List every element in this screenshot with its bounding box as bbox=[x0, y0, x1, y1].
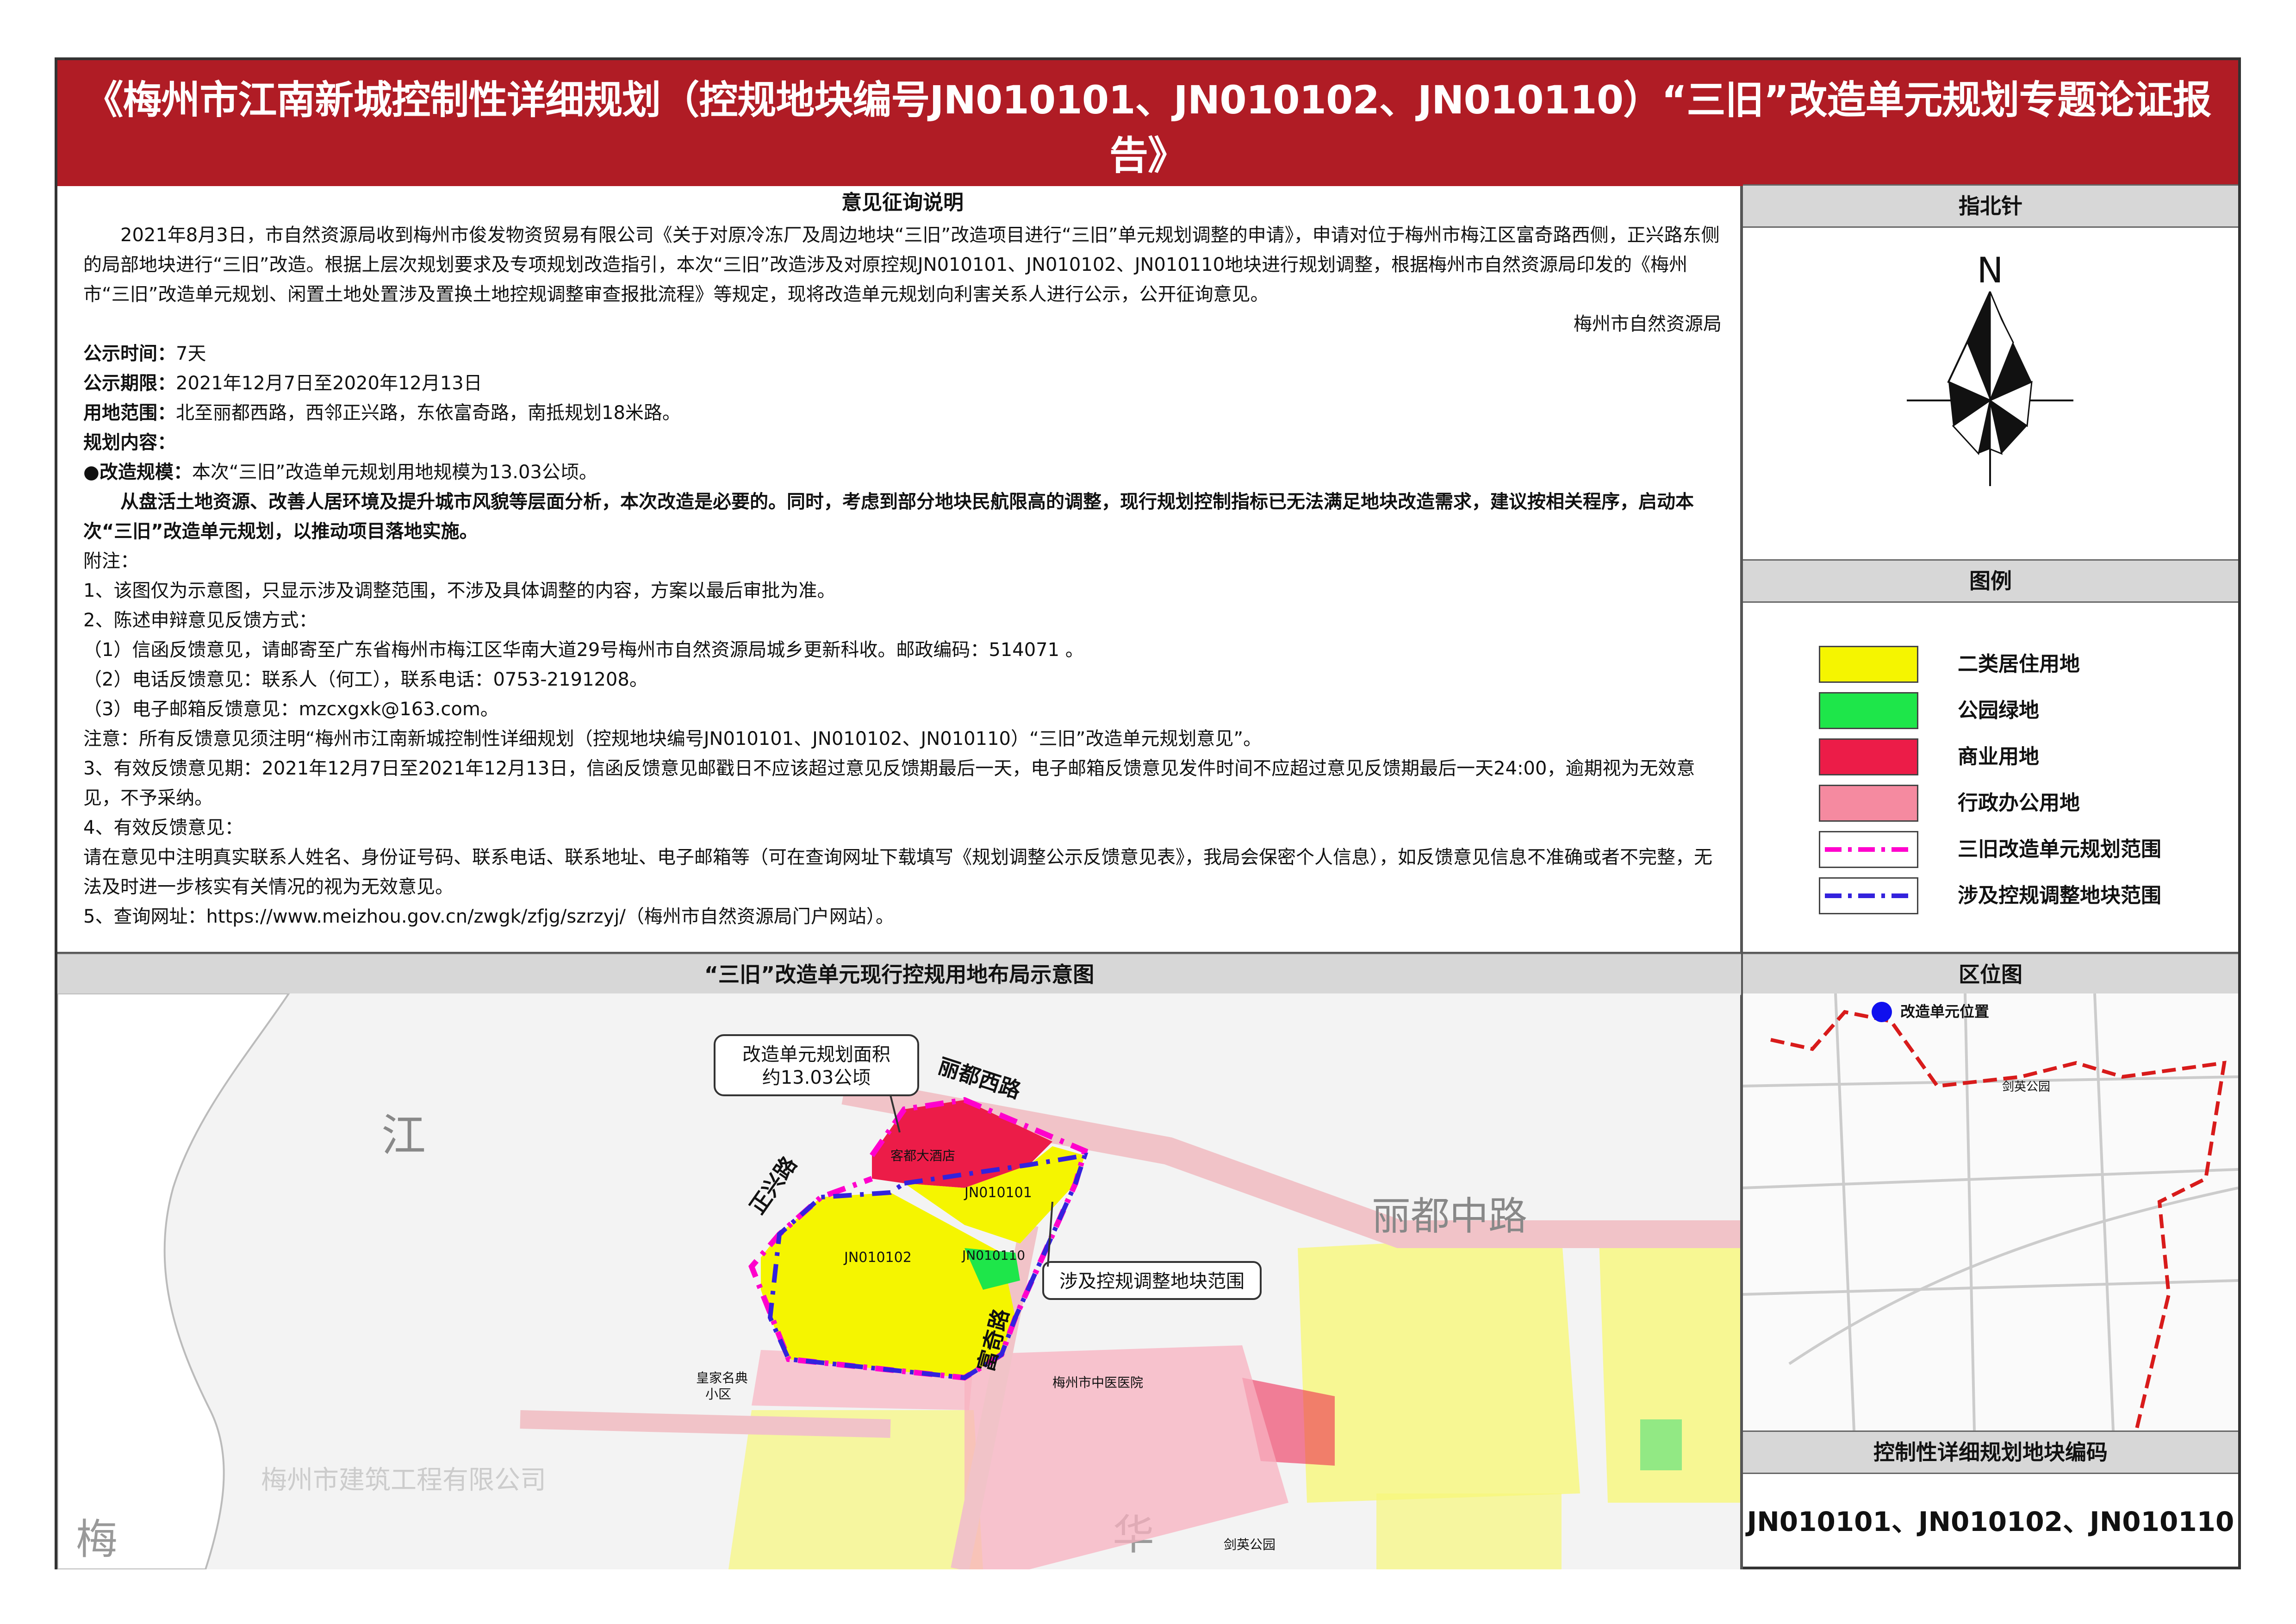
note-attention: 注意：所有反馈意见须注明“梅州市江南新城控制性详细规划（控规地块编号JN0101… bbox=[83, 728, 1262, 750]
location-park-label: 剑英公园 bbox=[2002, 1080, 2050, 1094]
legend-swatch bbox=[1819, 877, 1918, 914]
legend-label: 涉及控规调整地块范围 bbox=[1958, 884, 2161, 907]
notice-intro: 2021年8月3日，市自然资源局收到梅州市俊发物资贸易有限公司《关于对原冷冻厂及… bbox=[83, 225, 1720, 305]
park-label: 剑英公园 bbox=[1224, 1537, 1276, 1552]
period-value: 7天 bbox=[176, 343, 206, 364]
road-south bbox=[520, 1410, 891, 1438]
legend-label: 行政办公用地 bbox=[1958, 791, 2080, 815]
location-marker-icon bbox=[1872, 1002, 1892, 1022]
hospital-label: 梅州市中医医院 bbox=[1052, 1375, 1143, 1390]
legend-label: 二类居住用地 bbox=[1958, 652, 2080, 676]
page-title: 《梅州市江南新城控制性详细规划（控规地块编号JN010101、JN010102、… bbox=[84, 77, 2211, 178]
appendix-label: 附注： bbox=[83, 550, 139, 572]
legend-swatch bbox=[1819, 785, 1918, 822]
block-residential bbox=[1298, 1234, 1580, 1503]
road-lidu-mid-label: 丽都中路 bbox=[1372, 1193, 1527, 1239]
note-5: 5、查询网址：https://www.meizhou.gov.cn/zwgk/z… bbox=[83, 906, 894, 927]
note-2c: （3）电子邮箱反馈意见：mzcxgxk@163.com。 bbox=[83, 699, 499, 720]
parcel-JN010102-label: JN010102 bbox=[843, 1249, 912, 1266]
note-2a: （1）信函反馈意见，请邮寄至广东省梅州市梅江区华南大道29号梅州市自然资源局城乡… bbox=[83, 639, 1084, 661]
legend-item: 商业用地 bbox=[1819, 738, 2189, 775]
legend-item: 二类居住用地 bbox=[1819, 646, 2189, 683]
callout-area-line1: 改造单元规划面积 bbox=[742, 1044, 890, 1065]
scope-value: 北至丽都西路，西邻正兴路，东依富奇路，南抵规划18米路。 bbox=[176, 402, 681, 424]
location-map: 改造单元位置 剑英公园 bbox=[1743, 993, 2238, 1430]
note-3: 3、有效反馈意见期：2021年12月7日至2021年12月13日，信函反馈意见邮… bbox=[83, 758, 1695, 809]
parcel-codes: JN010101、JN010102、JN010110 bbox=[1747, 1506, 2234, 1537]
legend-swatch bbox=[1819, 831, 1918, 868]
legend-swatch bbox=[1819, 738, 1918, 775]
legend-label: 商业用地 bbox=[1958, 745, 2039, 768]
north-arrow-icon: N bbox=[1907, 250, 2073, 486]
notice-signature: 梅州市自然资源局 bbox=[1574, 313, 1722, 335]
codes-panel-title: 控制性详细规划地块编码 bbox=[1743, 1430, 2238, 1474]
callout-area-line2: 约13.03公顷 bbox=[762, 1067, 871, 1088]
community-label-2: 小区 bbox=[705, 1387, 731, 1402]
note-4: 4、有效反馈意见： bbox=[83, 817, 243, 838]
river-label-2: 梅 bbox=[76, 1515, 118, 1564]
note-1: 1、该图仅为示意图，只显示涉及调整范围，不涉及具体调整的内容，方案以最后审批为准… bbox=[83, 580, 836, 601]
parcel-JN010101-label: JN010101 bbox=[964, 1185, 1032, 1201]
community-label: 皇家名典 bbox=[696, 1370, 748, 1386]
notice-analysis: 从盘活土地资源、改善人居环境及提升城市风貌等层面分析，本次改造是必要的。同时，考… bbox=[83, 491, 1694, 542]
block-residential bbox=[1376, 1493, 1562, 1569]
content-label: 规划内容： bbox=[83, 432, 176, 453]
notice-dates: 公示期限：2021年12月7日至2020年12月13日 bbox=[83, 369, 1722, 398]
legend-item: 行政办公用地 bbox=[1819, 785, 2189, 822]
land-use-map: 江 梅 华 丽都中路 丽都西路 正兴路 富奇路 客都大酒店 JN010101 J… bbox=[57, 993, 1740, 1569]
note-2b: （2）电话反馈意见：联系人（何工），联系电话：0753-2191208。 bbox=[83, 669, 648, 690]
notice-section: 意见征询说明 2021年8月3日，市自然资源局收到梅州市俊发物资贸易有限公司《关… bbox=[83, 185, 1722, 931]
compass-panel-title: 指北针 bbox=[1743, 184, 2238, 228]
notice-period: 公示时间：7天 bbox=[83, 339, 1722, 369]
location-panel-title: 区位图 bbox=[1743, 953, 2238, 996]
dates-value: 2021年12月7日至2020年12月13日 bbox=[176, 373, 482, 394]
legend-label: 三旧改造单元规划范围 bbox=[1958, 837, 2161, 861]
dates-label: 公示期限： bbox=[83, 373, 176, 394]
legend-label: 公园绿地 bbox=[1958, 699, 2039, 722]
watermark-text: 梅州市建筑工程有限公司 bbox=[261, 1465, 546, 1495]
scale-value: 本次“三旧”改造单元规划用地规模为13.03公顷。 bbox=[192, 462, 597, 483]
legend-item: 公园绿地 bbox=[1819, 692, 2189, 729]
callout-scope-text: 涉及控规调整地块范围 bbox=[1059, 1271, 1244, 1292]
legend-item: 涉及控规调整地块范围 bbox=[1819, 877, 2189, 914]
legend-swatch bbox=[1819, 692, 1918, 729]
notice-title: 意见征询说明 bbox=[841, 191, 964, 214]
scope-label: 用地范围： bbox=[83, 402, 176, 424]
block-park bbox=[1640, 1419, 1682, 1470]
period-label: 公示时间： bbox=[83, 343, 176, 364]
location-marker-label: 改造单元位置 bbox=[1900, 1003, 1989, 1020]
scale-label: ●改造规模： bbox=[83, 462, 192, 483]
title-banner: 《梅州市江南新城控制性详细规划（控规地块编号JN010101、JN010102、… bbox=[57, 60, 2238, 231]
note-4a: 请在意见中注明真实联系人姓名、身份证号码、联系电话、联系地址、电子邮箱等（可在查… bbox=[83, 847, 1712, 898]
hotel-label: 客都大酒店 bbox=[890, 1148, 955, 1163]
north-label: N bbox=[1977, 250, 2004, 291]
parcel-JN010110-label: JN010110 bbox=[961, 1248, 1025, 1263]
map-panel-title: “三旧”改造单元现行控规用地布局示意图 bbox=[57, 953, 1741, 996]
notice-scope: 用地范围：北至丽都西路，西邻正兴路，东依富奇路，南抵规划18米路。 bbox=[83, 398, 1722, 428]
river-label: 江 bbox=[381, 1110, 426, 1162]
legend-item: 三旧改造单元规划范围 bbox=[1819, 831, 2189, 868]
notice-scale: ●改造规模：本次“三旧”改造单元规划用地规模为13.03公顷。 bbox=[83, 457, 1722, 487]
note-2: 2、陈述申辩意见反馈方式： bbox=[83, 610, 317, 631]
legend-panel-title: 图例 bbox=[1743, 559, 2238, 603]
legend-swatch bbox=[1819, 646, 1918, 683]
